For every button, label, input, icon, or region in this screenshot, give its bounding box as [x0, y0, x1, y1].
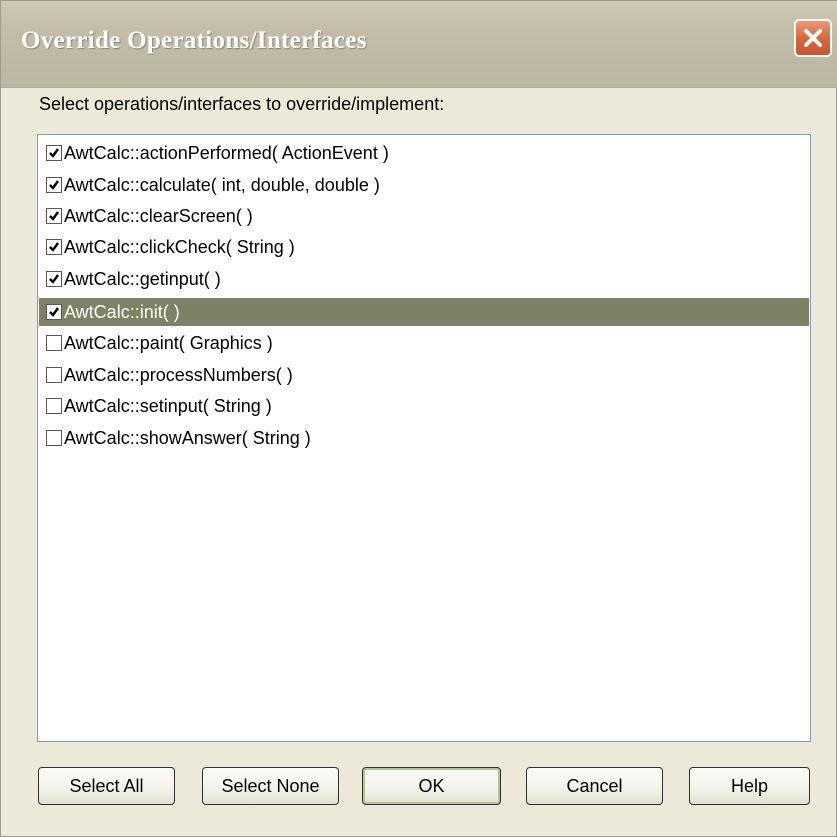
instruction-label: Select operations/interfaces to override…	[39, 94, 445, 114]
checkbox[interactable]	[46, 335, 62, 351]
ok-button[interactable]: OK	[362, 767, 501, 805]
checkbox[interactable]	[46, 430, 62, 446]
operations-list[interactable]: AwtCalc::actionPerformed( ActionEvent ) …	[37, 134, 811, 742]
checkbox[interactable]	[46, 271, 62, 287]
help-button[interactable]: Help	[689, 767, 810, 805]
list-item[interactable]: AwtCalc::getinput( )	[39, 265, 809, 293]
checkbox[interactable]	[46, 239, 62, 255]
window-title: Override Operations/Interfaces	[21, 27, 367, 54]
checkbox[interactable]	[46, 208, 62, 224]
operation-label: AwtCalc::init( )	[64, 301, 180, 322]
operation-label: AwtCalc::clearScreen( )	[64, 205, 253, 226]
override-operations-dialog: Override Operations/Interfaces Select op…	[0, 0, 837, 837]
close-button[interactable]	[794, 19, 832, 57]
select-all-button[interactable]: Select All	[38, 767, 175, 805]
checkbox[interactable]	[46, 177, 62, 193]
list-item[interactable]: AwtCalc::clearScreen( )	[39, 202, 809, 230]
list-item-selected[interactable]: AwtCalc::init( )	[39, 298, 809, 326]
checkbox[interactable]	[46, 145, 62, 161]
operation-label: AwtCalc::calculate( int, double, double …	[64, 174, 380, 195]
operation-label: AwtCalc::processNumbers( )	[64, 364, 293, 385]
operation-label: AwtCalc::setinput( String )	[64, 395, 272, 416]
list-item[interactable]: AwtCalc::showAnswer( String )	[39, 424, 809, 452]
operation-label: AwtCalc::actionPerformed( ActionEvent )	[64, 142, 389, 163]
list-item[interactable]: AwtCalc::calculate( int, double, double …	[39, 171, 809, 199]
checkbox[interactable]	[46, 367, 62, 383]
list-item[interactable]: AwtCalc::setinput( String )	[39, 392, 809, 420]
list-item[interactable]: AwtCalc::paint( Graphics )	[39, 329, 809, 357]
operation-label: AwtCalc::getinput( )	[64, 268, 221, 289]
checkbox[interactable]	[46, 398, 62, 414]
operation-label: AwtCalc::showAnswer( String )	[64, 427, 311, 448]
list-item[interactable]: AwtCalc::clickCheck( String )	[39, 233, 809, 261]
select-none-button[interactable]: Select None	[202, 767, 339, 805]
checkbox[interactable]	[46, 304, 62, 320]
title-bar[interactable]: Override Operations/Interfaces	[1, 1, 837, 88]
operation-label: AwtCalc::clickCheck( String )	[64, 236, 295, 257]
list-item[interactable]: AwtCalc::actionPerformed( ActionEvent )	[39, 139, 809, 167]
list-item[interactable]: AwtCalc::processNumbers( )	[39, 361, 809, 389]
operation-label: AwtCalc::paint( Graphics )	[64, 332, 273, 353]
cancel-button[interactable]: Cancel	[526, 767, 663, 805]
